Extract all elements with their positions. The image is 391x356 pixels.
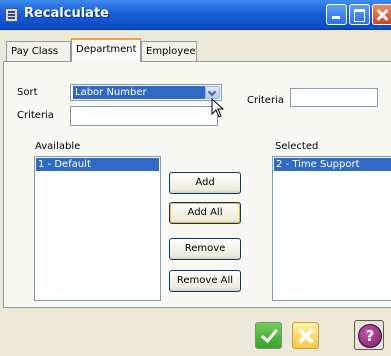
add-all-button[interactable]: Add All: [169, 202, 241, 224]
selected-header: Selected: [275, 141, 319, 152]
sort-label: Sort: [17, 87, 38, 98]
sort-select-value: Labor Number: [73, 86, 205, 99]
close-icon[interactable]: [372, 4, 391, 25]
criteria-label-right: Criteria: [247, 95, 284, 106]
remove-all-button[interactable]: Remove All: [169, 270, 241, 292]
available-header: Available: [35, 141, 81, 152]
criteria-input-left[interactable]: [70, 106, 218, 126]
minimize-icon[interactable]: [326, 4, 347, 25]
tab-employee[interactable]: Employee: [141, 41, 197, 61]
available-list[interactable]: 1 - Default: [34, 156, 161, 301]
selected-list[interactable]: 2 - Time Support: [272, 156, 391, 301]
ok-button[interactable]: [255, 322, 282, 349]
tab-pay-class[interactable]: Pay Class: [6, 41, 71, 61]
window-title: Recalculate: [24, 6, 109, 21]
list-item[interactable]: 1 - Default: [36, 158, 159, 171]
help-button[interactable]: ?: [354, 320, 384, 350]
criteria-input-right[interactable]: [290, 88, 378, 107]
checkmark-icon: [256, 323, 281, 348]
remove-button[interactable]: Remove: [169, 238, 241, 260]
list-item[interactable]: 2 - Time Support: [274, 158, 391, 171]
tab-department[interactable]: Department: [71, 38, 141, 62]
help-icon: ?: [358, 324, 382, 348]
criteria-label-left: Criteria: [17, 110, 54, 121]
title-bar[interactable]: Recalculate: [0, 0, 391, 30]
maximize-icon[interactable]: [349, 4, 370, 25]
x-icon: [293, 323, 318, 348]
window-icon: [5, 8, 18, 22]
mouse-cursor-icon: [211, 98, 225, 118]
sort-select[interactable]: Labor Number: [70, 84, 222, 101]
add-button[interactable]: Add: [169, 172, 241, 194]
cancel-button[interactable]: [292, 322, 319, 349]
